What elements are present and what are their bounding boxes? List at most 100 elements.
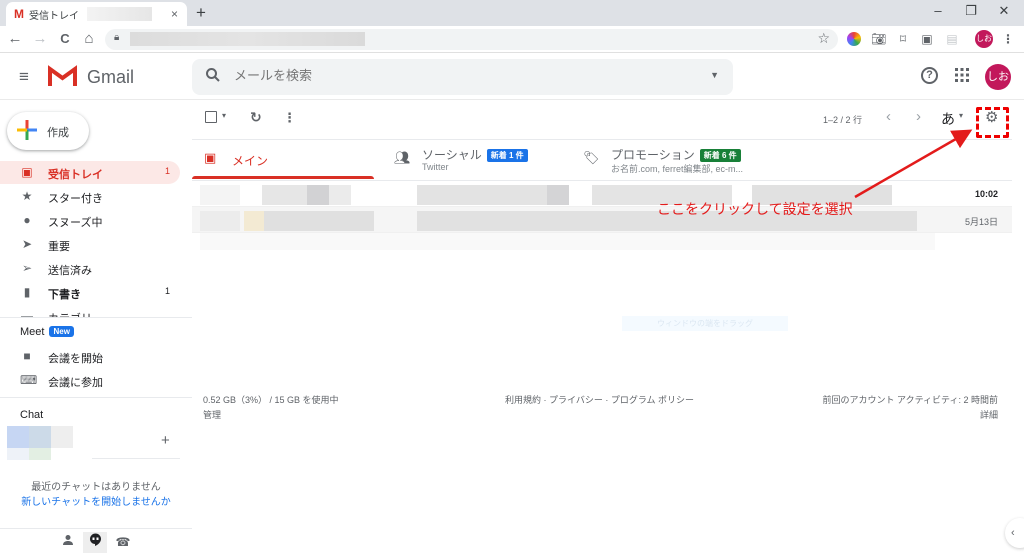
tab-senders: お名前.com, ferret編集部, ec-m...: [611, 164, 744, 174]
activity-details-link[interactable]: 詳細: [823, 408, 998, 423]
google-apps-icon[interactable]: [955, 68, 969, 87]
tab-title: 受信トレイ: [29, 10, 79, 22]
sidebar-item-label: カテゴリ: [48, 310, 92, 317]
reload-icon[interactable]: C: [56, 31, 74, 46]
search-icon[interactable]: [205, 67, 221, 88]
hangouts-chat-icon[interactable]: [83, 532, 107, 553]
promotions-new-badge: 新着 6 件: [699, 149, 741, 162]
tab-senders: Twitter: [422, 162, 449, 172]
camera-extension-icon[interactable]: 📷︎: [871, 32, 886, 46]
footer-links[interactable]: 利用規約 · プライバシー · プログラム ポリシー: [505, 393, 694, 408]
restore-button[interactable]: ❐: [961, 3, 981, 19]
star-icon: ★: [21, 189, 33, 203]
mail-row[interactable]: 5月13日: [192, 207, 1012, 233]
sidebar-item-inbox[interactable]: ▣ 受信トレイ 1: [0, 161, 180, 184]
search-input[interactable]: [234, 68, 634, 83]
sidebar-divider: [0, 397, 192, 398]
sidebar-item-sent[interactable]: ➢ 送信済み: [0, 257, 180, 280]
more-actions-icon[interactable]: ⋮: [283, 110, 296, 126]
sidebar-item-label: 重要: [48, 241, 70, 253]
sidebar-item-starred[interactable]: ★ スター付き: [0, 185, 180, 208]
color-extension-icon[interactable]: [847, 32, 861, 46]
chat-user-redacted: [7, 426, 29, 448]
storage-info: 0.52 GB（3%） / 15 GB を使用中 管理: [203, 393, 339, 423]
send-icon: ➢: [21, 261, 33, 275]
start-new-chat-link[interactable]: 新しいチャットを開始しませんか: [0, 495, 192, 510]
redacted-content: [417, 185, 547, 205]
bookmark-extension-icon[interactable]: ⌑: [896, 32, 910, 46]
sidebar-item-drafts[interactable]: ▮ 下書き 1: [0, 281, 180, 304]
forward-icon[interactable]: →: [31, 30, 49, 47]
address-bar[interactable]: 🔒︎ ☆: [105, 29, 838, 50]
inbox-tab-icon: ▣: [204, 150, 217, 165]
sidebar-item-label: スヌーズ中: [48, 217, 103, 229]
contacts-icon[interactable]: [56, 532, 80, 553]
redacted-content: [244, 211, 264, 231]
minimize-button[interactable]: –: [928, 3, 948, 18]
mail-row[interactable]: 10:02: [192, 181, 1012, 207]
tab-close-icon[interactable]: ×: [171, 7, 178, 21]
new-chat-add-icon[interactable]: +: [161, 432, 170, 449]
main-menu-icon[interactable]: ≡: [19, 67, 29, 87]
start-meeting-item[interactable]: ■ 会議を開始: [0, 345, 180, 367]
new-badge: New: [49, 326, 74, 337]
tab-primary[interactable]: ▣ メイン: [192, 140, 374, 180]
tab-label: ソーシャル 新着 1 件: [422, 146, 528, 163]
sidebar-item-label: スター付き: [48, 193, 103, 205]
url-redacted: [130, 32, 365, 46]
redacted-content: [329, 185, 351, 205]
meet-section-title: Meet New: [20, 326, 74, 338]
phone-icon[interactable]: ☎: [111, 532, 135, 553]
chat-divider: [92, 458, 180, 459]
back-icon[interactable]: ←: [6, 30, 24, 47]
sidebar-item-important[interactable]: ➤ 重要: [0, 233, 180, 256]
compose-label: 作成: [47, 127, 69, 139]
side-panel-toggle[interactable]: ‹: [1005, 518, 1024, 548]
browser-menu-icon[interactable]: ⋮: [1001, 32, 1015, 46]
compose-button[interactable]: 作成: [7, 112, 89, 150]
sidebar-divider: [0, 528, 192, 529]
newer-page-icon[interactable]: ‹: [886, 108, 891, 125]
input-tools-button[interactable]: あ: [941, 109, 955, 129]
gmail-favicon-icon: M: [14, 7, 24, 21]
new-tab-button[interactable]: +: [196, 3, 206, 23]
promotions-label: プロモーション: [611, 148, 695, 162]
social-new-badge: 新着 1 件: [486, 149, 528, 162]
redacted-row: [200, 233, 935, 250]
storage-usage: 0.52 GB（3%） / 15 GB を使用中: [203, 395, 339, 405]
chat-extension-icon[interactable]: ▣: [920, 32, 934, 46]
meet-item-label: 会議に参加: [48, 377, 103, 389]
bookmark-star-icon[interactable]: ☆: [817, 30, 830, 47]
tab-social[interactable]: 👥︎ ソーシャル 新着 1 件 Twitter: [382, 140, 572, 180]
home-icon[interactable]: ⌂: [80, 30, 98, 47]
account-avatar[interactable]: しお: [985, 64, 1011, 90]
chat-user-redacted: [7, 448, 29, 460]
inbox-icon: ▣: [21, 165, 33, 179]
refresh-icon[interactable]: ↻: [250, 109, 262, 126]
window-close-button[interactable]: ✕: [994, 3, 1014, 19]
redacted-content: [262, 185, 307, 205]
tab-promotions[interactable]: 🏷︎ プロモーション 新着 6 件 お名前.com, ferret編集部, ec-…: [571, 140, 771, 180]
no-recent-chats: 最近のチャットはありません: [31, 482, 161, 493]
join-meeting-item[interactable]: ⌨ 会議に参加: [0, 369, 180, 391]
help-icon[interactable]: ?: [921, 67, 938, 84]
manage-storage-link[interactable]: 管理: [203, 408, 339, 423]
gmail-header: ≡ Gmail ▼ ? しお: [0, 54, 1024, 100]
image-extension-icon[interactable]: ▤: [945, 32, 959, 46]
category-icon: ▬: [21, 309, 33, 317]
select-all-checkbox[interactable]: [205, 111, 217, 123]
sidebar-item-categories[interactable]: ▬ カテゴリ: [0, 305, 180, 317]
select-dropdown-icon[interactable]: ▾: [222, 111, 226, 120]
gmail-logo-icon: [48, 65, 77, 86]
sidebar-item-snoozed[interactable]: ● スヌーズ中: [0, 209, 180, 232]
browser-tab[interactable]: M 受信トレイ ×: [6, 2, 187, 26]
tab-label: メイン: [232, 154, 269, 168]
chat-user-redacted: [29, 448, 51, 460]
older-page-icon[interactable]: ›: [916, 108, 921, 125]
search-options-icon[interactable]: ▼: [710, 70, 719, 80]
input-tools-dropdown-icon[interactable]: ▾: [959, 111, 963, 120]
browser-profile-avatar[interactable]: しお: [975, 30, 993, 48]
pagination-info: 1–2 / 2 行: [823, 115, 863, 125]
last-activity: 前回のアカウント アクティビティ: 2 時間前: [822, 395, 998, 405]
browser-tab-strip: M 受信トレイ × + – ❐ ✕: [0, 0, 1024, 26]
